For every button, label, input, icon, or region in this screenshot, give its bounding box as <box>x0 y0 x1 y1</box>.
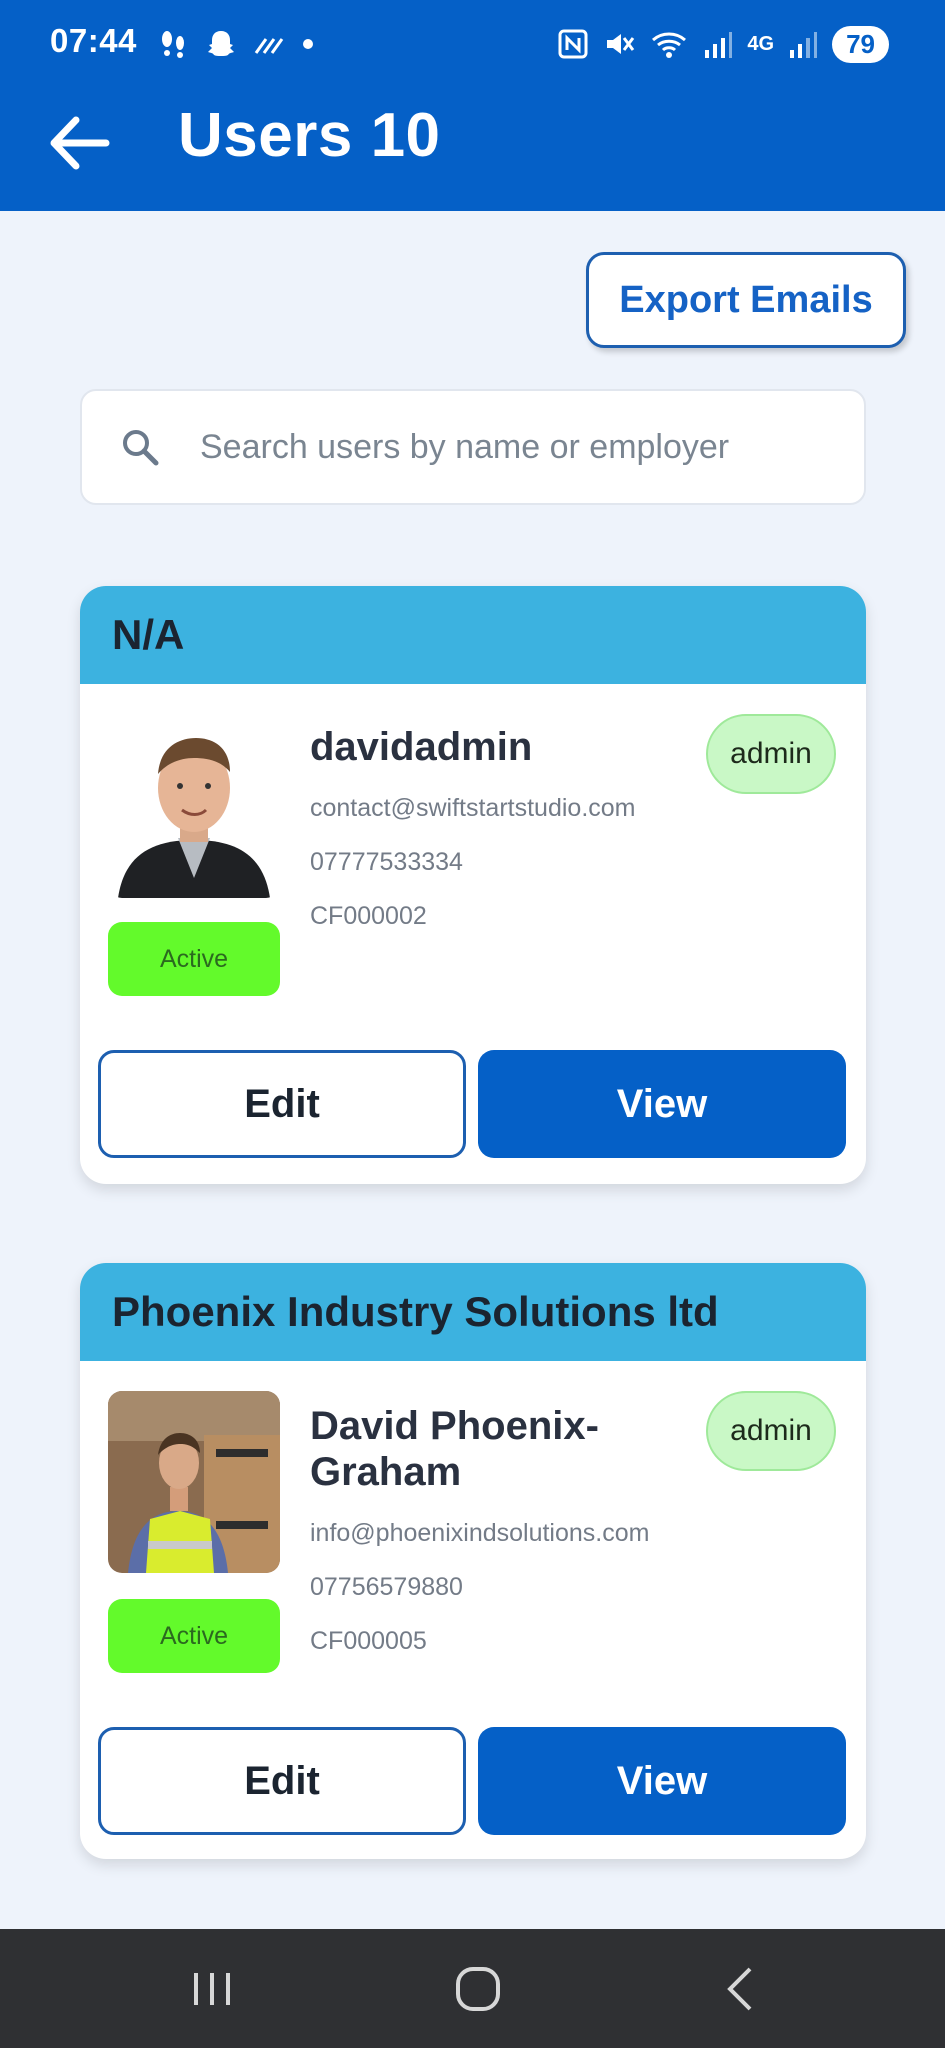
recent-apps-icon[interactable] <box>182 1959 242 2019</box>
status-bar: 07:44 4G 79 <box>0 0 945 90</box>
role-badge: admin <box>706 1391 836 1471</box>
avatar <box>108 1391 280 1573</box>
user-name: davidadmin <box>310 725 533 769</box>
cell-signal-icon <box>705 32 733 58</box>
signal-icon <box>254 38 284 54</box>
user-code: CF000005 <box>310 1627 427 1655</box>
status-left-icons <box>156 24 316 64</box>
user-name: David Phoenix-Graham <box>310 1404 599 1494</box>
user-email: contact@swiftstartstudio.com <box>310 794 636 822</box>
search-input[interactable] <box>198 426 818 468</box>
user-card: N/A Active davidadmin admin contact@swif… <box>80 586 866 1184</box>
page-title: Users 10 <box>178 101 441 170</box>
battery-level: 79 <box>832 25 889 63</box>
back-arrow-icon[interactable] <box>46 110 112 176</box>
search-icon <box>123 430 159 466</box>
back-icon[interactable] <box>712 1959 772 2019</box>
status-time: 07:44 <box>50 22 137 59</box>
user-email: info@phoenixindsolutions.com <box>310 1519 650 1547</box>
dot-icon <box>303 39 313 49</box>
wifi-icon <box>652 32 687 58</box>
status-right-icons: 4G 79 <box>557 24 889 64</box>
employer-header: Phoenix Industry Solutions ltd <box>80 1263 866 1361</box>
home-icon[interactable] <box>448 1959 508 2019</box>
edit-button[interactable]: Edit <box>98 1727 466 1835</box>
status-badge: Active <box>108 922 280 996</box>
view-button[interactable]: View <box>478 1050 846 1158</box>
network-type: 4G <box>747 32 775 55</box>
export-emails-button[interactable]: Export Emails <box>586 252 906 348</box>
user-card: Phoenix Industry Solutions ltd Active Da… <box>80 1263 866 1859</box>
edit-button[interactable]: Edit <box>98 1050 466 1158</box>
footprints-icon <box>162 31 184 58</box>
cell-signal-icon <box>790 32 818 58</box>
user-code: CF000002 <box>310 902 427 930</box>
search-box[interactable] <box>80 389 866 505</box>
app-bar: 07:44 4G 79 Users 10 <box>0 0 945 211</box>
status-badge: Active <box>108 1599 280 1673</box>
nfc-icon <box>558 29 588 59</box>
system-nav-bar <box>0 1929 945 2048</box>
snapchat-icon <box>208 31 234 56</box>
user-phone: 07756579880 <box>310 1573 463 1601</box>
user-phone: 07777533334 <box>310 848 463 876</box>
avatar <box>108 716 280 898</box>
mute-icon <box>607 34 635 54</box>
employer-header: N/A <box>80 586 866 684</box>
view-button[interactable]: View <box>478 1727 846 1835</box>
role-badge: admin <box>706 714 836 794</box>
